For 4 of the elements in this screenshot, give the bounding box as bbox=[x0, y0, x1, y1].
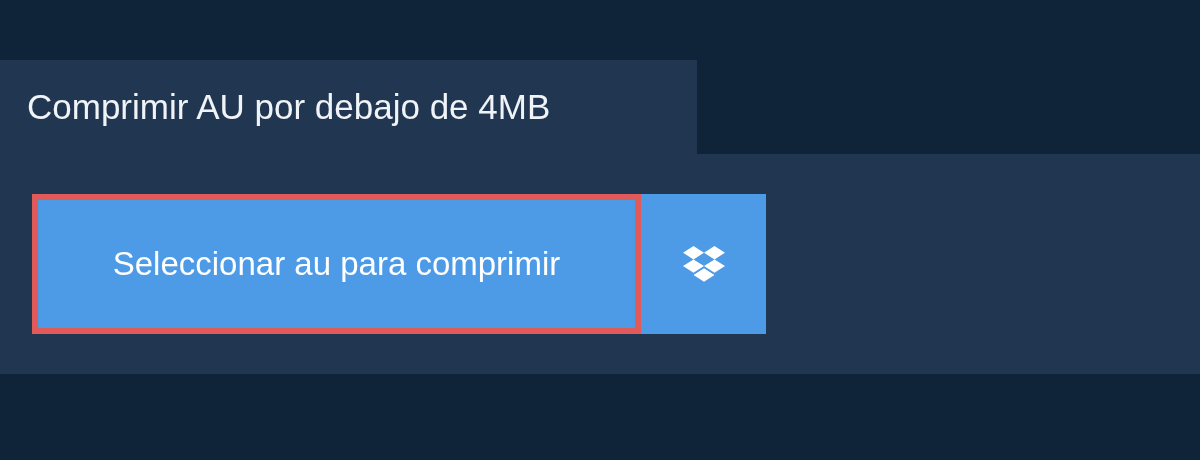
box-icon bbox=[682, 246, 725, 282]
select-file-button[interactable]: Seleccionar au para comprimir bbox=[32, 194, 641, 334]
cloud-upload-button[interactable] bbox=[641, 194, 766, 334]
tab-title: Comprimir AU por debajo de 4MB bbox=[27, 85, 551, 128]
